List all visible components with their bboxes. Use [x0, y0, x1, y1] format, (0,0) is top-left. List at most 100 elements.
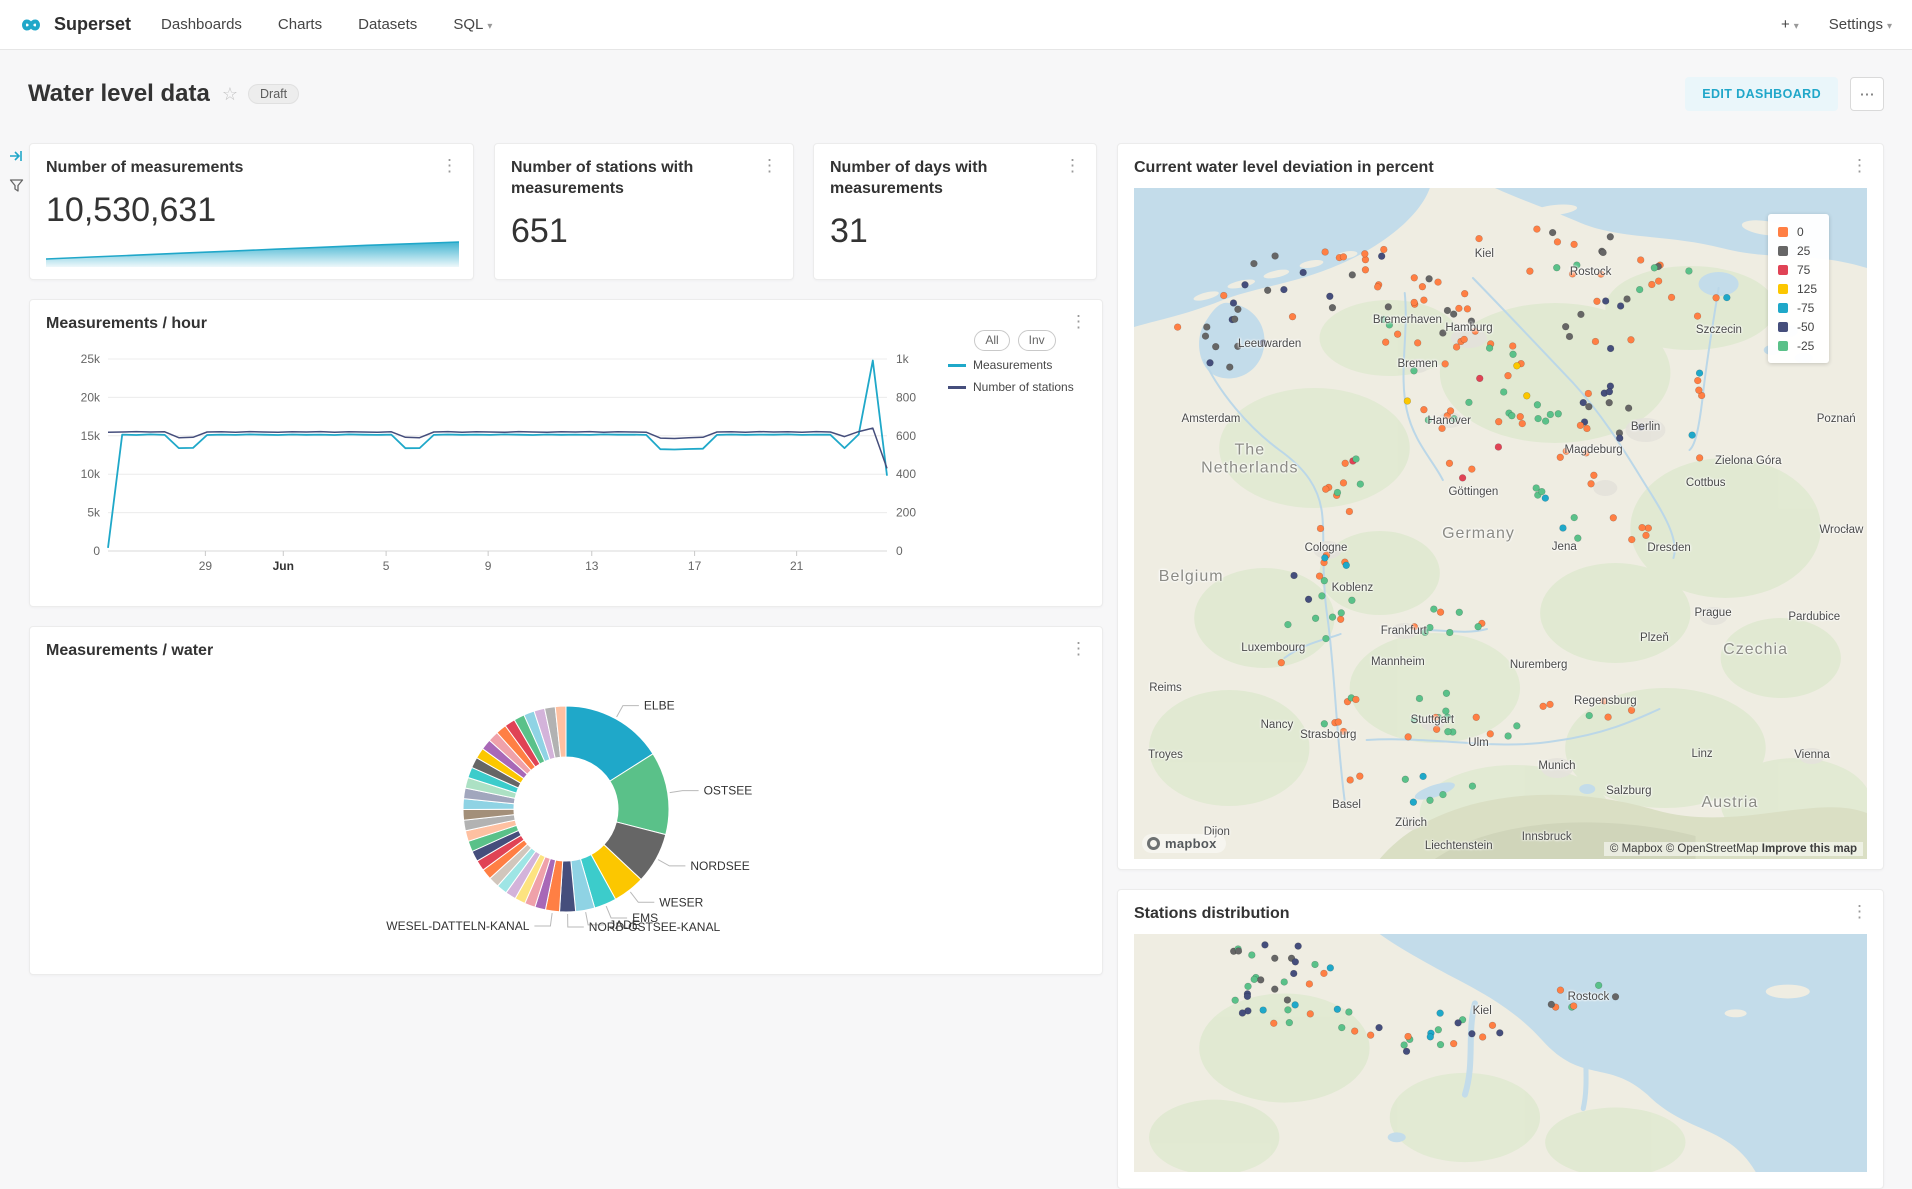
kpi-value: 651 [495, 200, 793, 251]
map-color-legend: 0 25 75 125 -75 -50 -25 [1768, 214, 1829, 363]
map-station-dots [1134, 188, 1867, 859]
legend-value-label: 125 [1797, 282, 1817, 296]
brand-text: Superset [54, 14, 131, 35]
legend-value-label: 25 [1797, 244, 1810, 258]
svg-text:NORD-OSTSEE-KANAL: NORD-OSTSEE-KANAL [589, 920, 721, 934]
legend-value-label: -50 [1797, 320, 1814, 334]
edit-dashboard-button[interactable]: EDIT DASHBOARD [1685, 77, 1838, 111]
nav-menu: Dashboards Charts Datasets SQL ▾ [161, 16, 492, 33]
legend-all-button[interactable]: All [974, 330, 1009, 351]
svg-text:OSTSEE: OSTSEE [704, 784, 753, 798]
chart-menu-kebab-icon[interactable]: ⋮ [1844, 155, 1875, 176]
svg-text:5k: 5k [87, 506, 101, 520]
svg-text:WESER: WESER [659, 895, 703, 909]
legend-value-label: 0 [1797, 225, 1804, 239]
kpi-value: 10,530,631 [30, 179, 473, 230]
map-attribution: © Mapbox © OpenStreetMap Improve this ma… [1604, 842, 1863, 856]
measurements-per-hour-card: 05k10k15k20k25k02004006008001k29Jun59131… [29, 299, 1103, 607]
hour-chart-legend: All Inv Measurements Number of stations [936, 330, 1094, 394]
deviation-map-canvas[interactable]: 0 25 75 125 -75 -50 -25 mapbox © Mapbox © Open… [1134, 188, 1867, 859]
map-legend-item[interactable]: -75 [1778, 298, 1817, 317]
measurements-per-water-card: Measurements / water ⋮ ELBEOSTSEENORDSEE… [29, 626, 1103, 975]
nav-item-dashboards[interactable]: Dashboards [161, 16, 242, 33]
chart-title: Number of measurements [30, 144, 473, 179]
favorite-star-icon[interactable]: ☆ [222, 84, 238, 105]
chart-menu-kebab-icon[interactable]: ⋮ [1057, 155, 1088, 176]
map-legend-item[interactable]: -50 [1778, 317, 1817, 336]
chevron-down-icon: ▾ [487, 21, 492, 32]
filter-icon[interactable] [9, 178, 24, 198]
measurements-sparkline-chart[interactable] [46, 237, 459, 267]
kpi-card-measurements: Number of measurements ⋮ 10,530,631 [29, 143, 474, 280]
chart-menu-kebab-icon[interactable]: ⋮ [754, 155, 785, 176]
svg-text:15k: 15k [81, 429, 101, 443]
nav-right: +▾ Settings▾ [1781, 16, 1912, 33]
top-navbar: Superset Dashboards Charts Datasets SQL ▾… [0, 0, 1912, 50]
svg-text:ELBE: ELBE [644, 699, 675, 713]
svg-text:20k: 20k [81, 390, 101, 404]
chart-menu-kebab-icon[interactable]: ⋮ [434, 155, 465, 176]
deviation-map-card: Current water level deviation in percent… [1117, 143, 1884, 870]
nav-item-sql[interactable]: SQL ▾ [453, 16, 492, 33]
map-legend-item[interactable]: -25 [1778, 336, 1817, 355]
svg-text:WESEL-DATTELN-KANAL: WESEL-DATTELN-KANAL [386, 919, 529, 933]
svg-text:200: 200 [896, 506, 916, 520]
legend-color-swatch [1778, 246, 1788, 256]
mapbox-link[interactable]: © Mapbox [1610, 843, 1663, 855]
kpi-card-stations: Number of stations with measurements ⋮ 6… [494, 143, 794, 280]
settings-menu[interactable]: Settings▾ [1829, 16, 1892, 33]
svg-text:9: 9 [485, 559, 492, 573]
draft-status-badge: Draft [248, 84, 299, 104]
svg-text:400: 400 [896, 467, 916, 481]
nav-item-sql-label: SQL [453, 16, 483, 33]
svg-text:600: 600 [896, 429, 916, 443]
improve-map-link[interactable]: Improve this map [1762, 843, 1857, 855]
chart-menu-kebab-icon[interactable]: ⋮ [1063, 638, 1094, 659]
chart-menu-kebab-icon[interactable]: ⋮ [1844, 901, 1875, 922]
page-title: Water level data [28, 80, 210, 108]
legend-inv-button[interactable]: Inv [1018, 330, 1056, 351]
legend-color-swatch [1778, 303, 1788, 313]
kpi-card-days: Number of days with measurements ⋮ 31 [813, 143, 1097, 280]
svg-text:13: 13 [585, 559, 599, 573]
svg-text:800: 800 [896, 390, 916, 404]
header-actions: EDIT DASHBOARD ⋯ [1685, 77, 1884, 111]
more-options-button[interactable]: ⋯ [1850, 77, 1884, 111]
legend-item[interactable]: Number of stations [936, 380, 1094, 394]
kpi-value: 31 [814, 200, 1096, 251]
legend-pills: All Inv [936, 330, 1094, 351]
map-station-dots [1134, 934, 1867, 1172]
nav-item-charts[interactable]: Charts [278, 16, 322, 33]
superset-brand[interactable]: Superset [0, 10, 145, 40]
legend-color-swatch [1778, 284, 1788, 294]
mapbox-logo[interactable]: mapbox [1142, 834, 1226, 853]
expand-filter-bar-icon[interactable] [8, 148, 24, 169]
stations-distribution-card: Stations distribution ⋮ KielRostock [1117, 889, 1884, 1189]
svg-text:10k: 10k [81, 467, 101, 481]
chart-menu-kebab-icon[interactable]: ⋮ [1063, 311, 1094, 332]
chevron-down-icon: ▾ [1887, 21, 1892, 32]
water-donut-chart[interactable]: ELBEOSTSEENORDSEEWESEREMSJADENORD-OSTSEE… [30, 671, 1104, 971]
new-item-button[interactable]: +▾ [1781, 16, 1799, 33]
legend-item[interactable]: Measurements [936, 358, 1094, 372]
chart-title: Stations distribution [1118, 890, 1883, 925]
svg-text:0: 0 [93, 544, 100, 558]
map-legend-item[interactable]: 75 [1778, 260, 1817, 279]
legend-value-label: -25 [1797, 339, 1814, 353]
chevron-down-icon: ▾ [1794, 21, 1799, 32]
svg-text:NORDSEE: NORDSEE [690, 859, 749, 873]
openstreetmap-link[interactable]: © OpenStreetMap [1666, 843, 1759, 855]
map-legend-item[interactable]: 125 [1778, 279, 1817, 298]
superset-logo-icon [16, 10, 46, 40]
chart-title: Number of days with measurements [814, 144, 1096, 200]
svg-text:1k: 1k [896, 352, 910, 366]
legend-entries: Measurements Number of stations [936, 358, 1094, 394]
legend-color-swatch [1778, 227, 1788, 237]
svg-text:21: 21 [790, 559, 804, 573]
map-legend-item[interactable]: 25 [1778, 241, 1817, 260]
map-legend-item[interactable]: 0 [1778, 222, 1817, 241]
nav-item-datasets[interactable]: Datasets [358, 16, 417, 33]
legend-color-swatch [1778, 322, 1788, 332]
stations-map-canvas[interactable]: KielRostock [1134, 934, 1867, 1172]
svg-text:0: 0 [896, 544, 903, 558]
